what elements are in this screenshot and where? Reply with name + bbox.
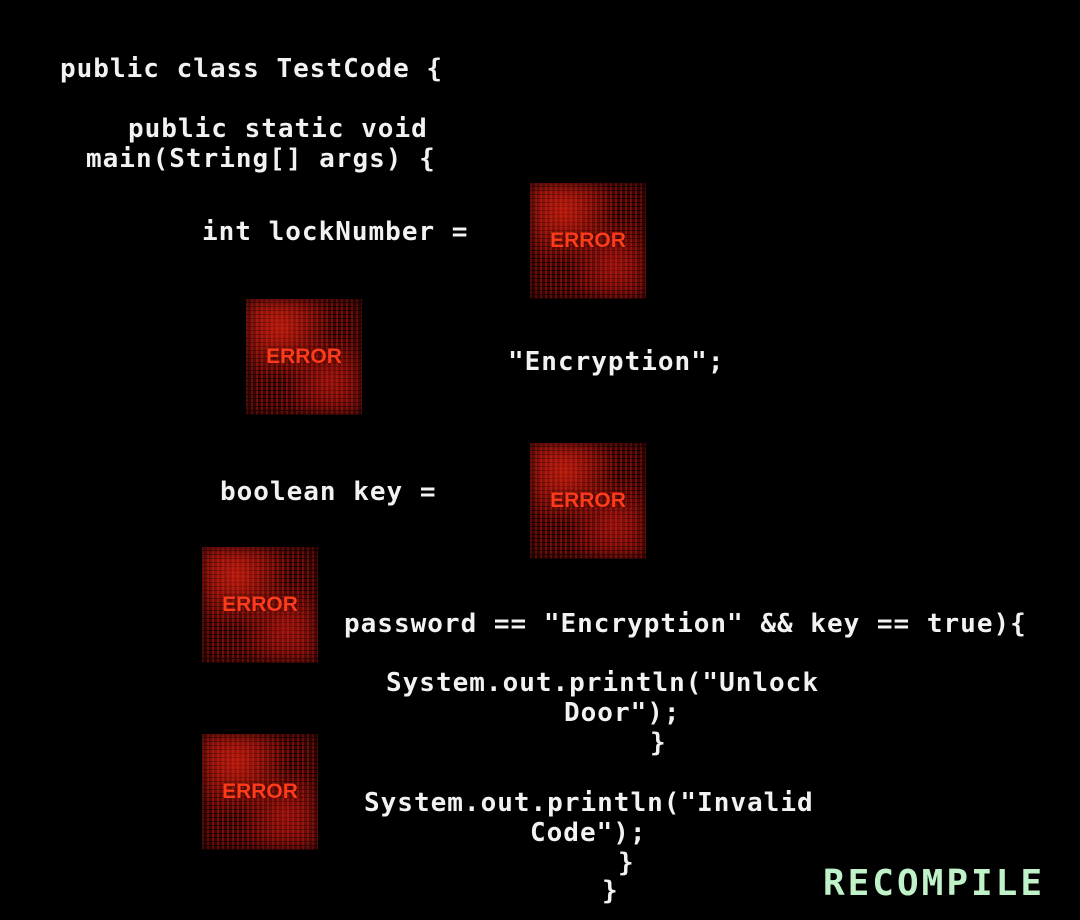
code-line-closing-brace-method: } [602, 876, 619, 906]
error-slot-4[interactable]: ERROR [202, 547, 318, 663]
error-slot-label: ERROR [266, 345, 342, 368]
code-line-boolean-key: boolean key = [220, 477, 437, 507]
code-line-class-declaration: public class TestCode { [60, 54, 444, 84]
code-line-closing-brace-if: } [650, 728, 667, 758]
error-slot-label: ERROR [550, 229, 626, 252]
code-line-println-invalid-part2: Code"); [530, 818, 647, 848]
error-slot-1[interactable]: ERROR [530, 183, 646, 299]
error-slot-3[interactable]: ERROR [530, 443, 646, 559]
error-slot-label: ERROR [222, 780, 298, 803]
error-slot-label: ERROR [222, 593, 298, 616]
code-line-println-invalid-part1: System.out.println("Invalid [364, 788, 814, 818]
code-line-println-unlock-part1: System.out.println("Unlock [386, 668, 819, 698]
code-line-closing-brace-else: } [618, 848, 635, 878]
error-slot-label: ERROR [550, 489, 626, 512]
code-line-if-condition: password == "Encryption" && key == true)… [344, 609, 1027, 639]
code-line-encryption-literal: "Encryption"; [508, 347, 725, 377]
code-line-main-declaration-part2: main(String[] args) { [86, 144, 436, 174]
code-line-println-unlock-part2: Door"); [564, 698, 681, 728]
code-line-lock-number: int lockNumber = [202, 217, 469, 247]
recompile-button[interactable]: RECOMPILE [796, 862, 1072, 906]
error-slot-5[interactable]: ERROR [202, 734, 318, 850]
error-slot-2[interactable]: ERROR [246, 299, 362, 415]
game-screen: public class TestCode { public static vo… [0, 0, 1080, 920]
code-line-main-declaration-part1: public static void [128, 114, 428, 144]
